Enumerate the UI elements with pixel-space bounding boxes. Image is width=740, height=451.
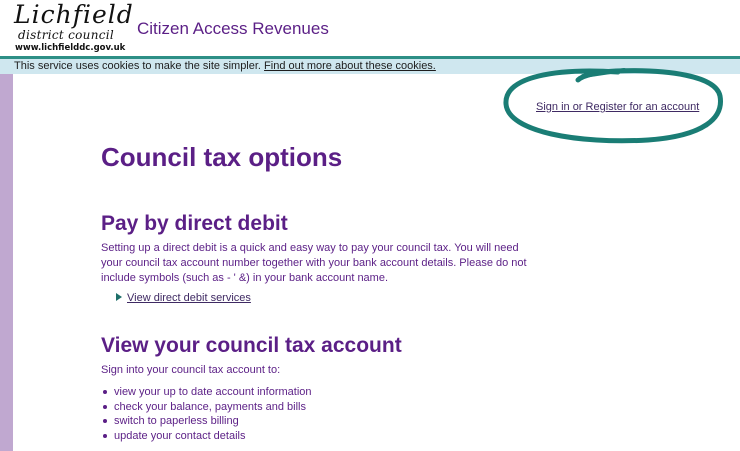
- view-account-heading: View your council tax account: [101, 334, 402, 357]
- list-item: view your up to date account information: [101, 385, 312, 400]
- cookie-text: This service uses cookies to make the si…: [14, 60, 261, 72]
- direct-debit-heading: Pay by direct debit: [101, 212, 288, 235]
- cookie-message: This service uses cookies to make the si…: [14, 59, 436, 74]
- list-item: check your balance, payments and bills: [101, 400, 312, 415]
- logo-name: Lichfield: [14, 0, 134, 29]
- page-title: Council tax options: [101, 142, 343, 172]
- direct-debit-link-row: View direct debit services: [116, 292, 251, 304]
- list-item: update your contact details: [101, 429, 312, 444]
- side-strip: [0, 74, 13, 451]
- council-logo[interactable]: Lichfield district council www.lichfield…: [14, 2, 133, 56]
- view-account-intro: Sign into your council tax account to:: [101, 364, 281, 376]
- account-features-list: view your up to date account information…: [101, 385, 312, 443]
- logo-subtitle: district council: [18, 28, 115, 42]
- view-direct-debit-link[interactable]: View direct debit services: [127, 292, 251, 304]
- site-header: Lichfield district council www.lichfield…: [0, 0, 740, 57]
- arrow-right-icon: [116, 293, 122, 301]
- cookie-info-link[interactable]: Find out more about these cookies.: [264, 60, 436, 72]
- direct-debit-description: Setting up a direct debit is a quick and…: [101, 242, 527, 284]
- cookie-banner: This service uses cookies to make the si…: [0, 59, 740, 74]
- list-item: switch to paperless billing: [101, 414, 312, 429]
- signin-register-link[interactable]: Sign in or Register for an account: [536, 101, 699, 113]
- logo-url: www.lichfielddc.gov.uk: [15, 43, 126, 53]
- app-title: Citizen Access Revenues: [137, 19, 329, 38]
